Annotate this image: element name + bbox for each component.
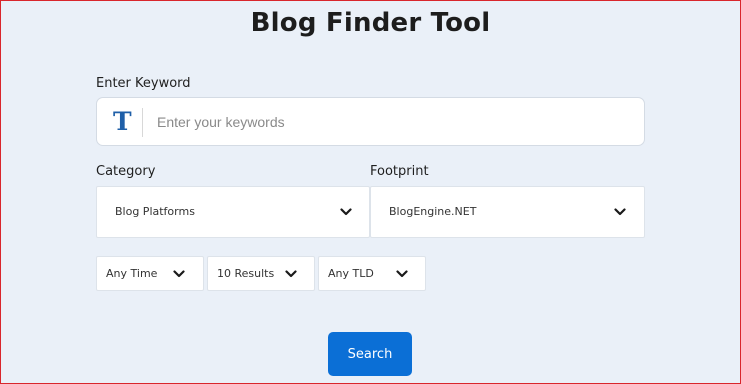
footprint-select[interactable]: BlogEngine.NET [370, 186, 645, 238]
results-filter-select[interactable]: 10 Results [207, 256, 315, 291]
chevron-down-icon [396, 270, 408, 278]
footprint-selected-value: BlogEngine.NET [389, 205, 477, 218]
time-filter-select[interactable]: Any Time [96, 256, 204, 291]
keyword-input[interactable] [157, 98, 627, 145]
tld-filter-select[interactable]: Any TLD [318, 256, 426, 291]
search-button[interactable]: Search [328, 332, 412, 376]
tld-filter-value: Any TLD [328, 267, 374, 280]
category-selected-value: Blog Platforms [115, 205, 195, 218]
time-filter-value: Any Time [106, 267, 158, 280]
results-filter-value: 10 Results [217, 267, 275, 280]
chevron-down-icon [173, 270, 185, 278]
page-title: Blog Finder Tool [250, 8, 491, 38]
field-divider [142, 108, 143, 137]
text-t-icon: T [113, 107, 132, 136]
category-label: Category [96, 164, 156, 179]
chevron-down-icon [340, 208, 352, 216]
chevron-down-icon [285, 270, 297, 278]
footprint-label: Footprint [370, 164, 429, 179]
keyword-field[interactable]: T [96, 97, 645, 146]
category-select[interactable]: Blog Platforms [96, 186, 370, 238]
chevron-down-icon [614, 208, 626, 216]
keyword-label: Enter Keyword [96, 76, 191, 91]
